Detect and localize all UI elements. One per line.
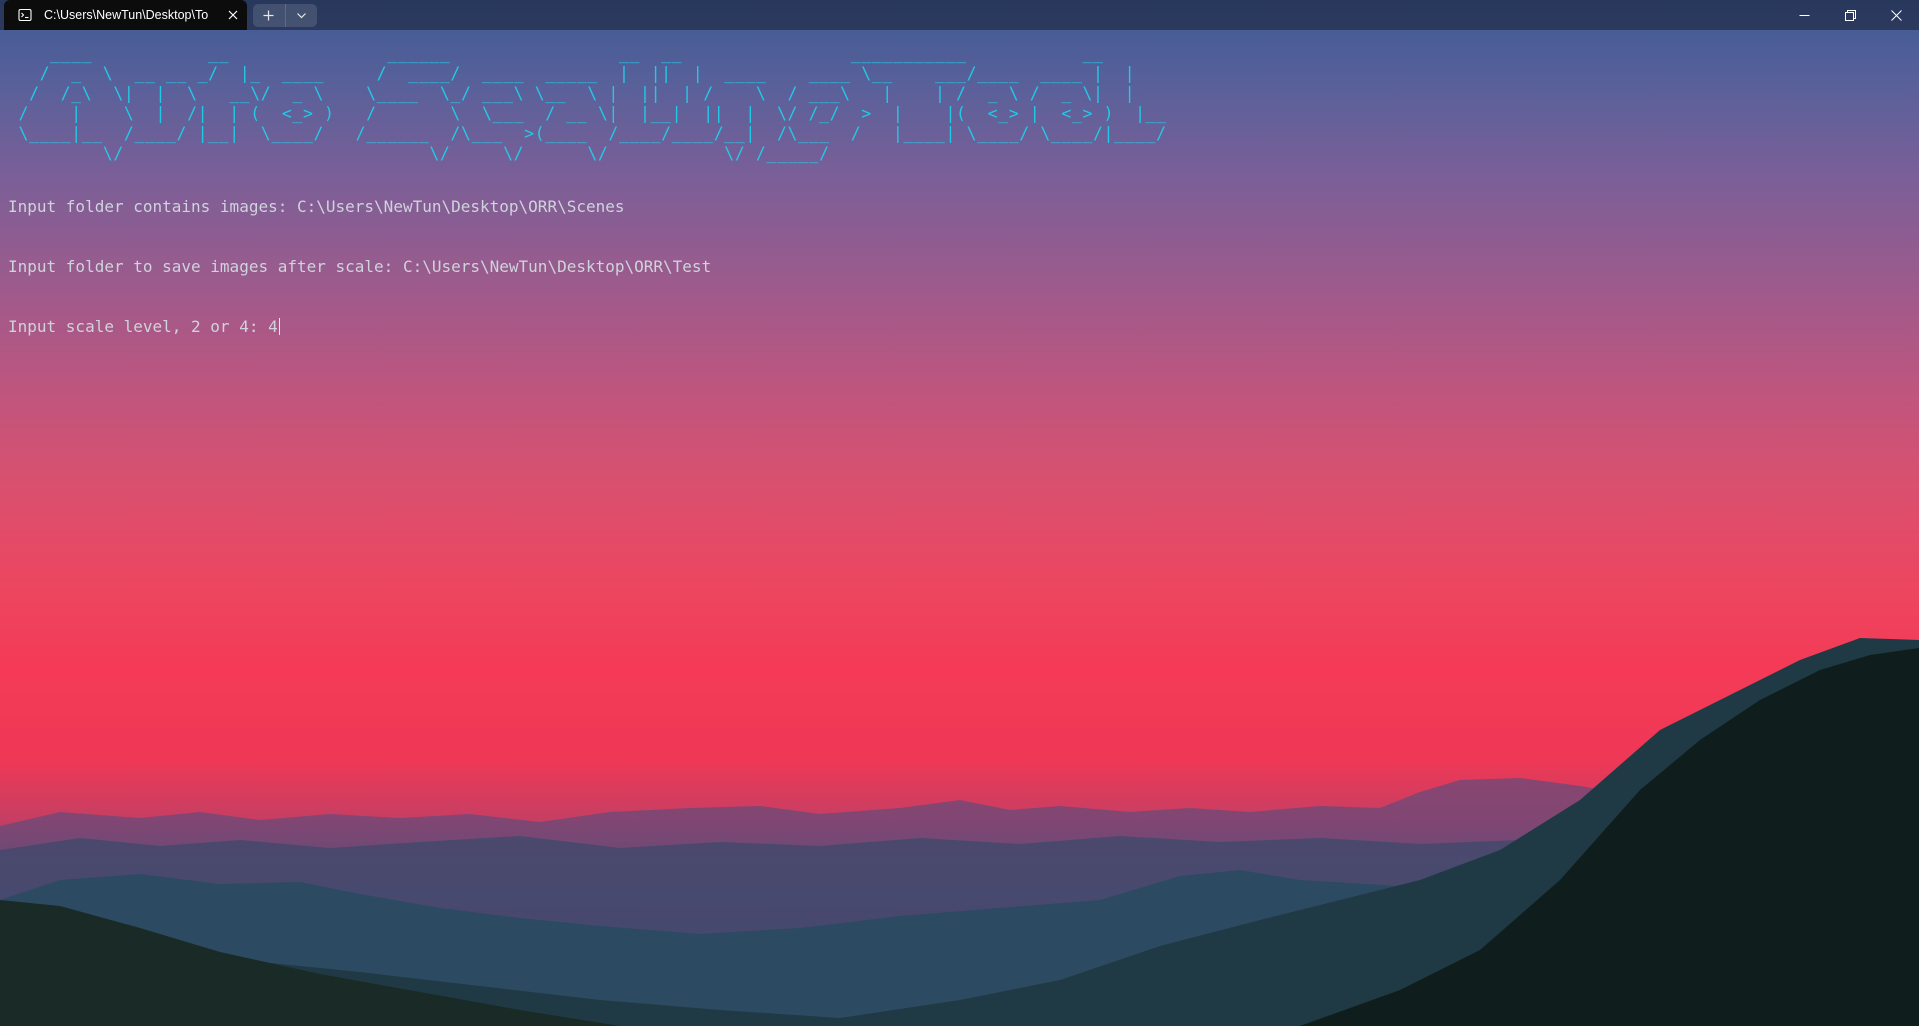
title-bar: C:\Users\NewTun\Desktop\To — [0, 0, 1919, 30]
ascii-banner: ____ __ ______ __ __ ___________ __ / _ … — [18, 44, 1167, 163]
scale-level-line[interactable]: Input scale level, 2 or 4: 4 — [8, 317, 711, 337]
text-cursor — [278, 318, 280, 335]
close-window-button[interactable] — [1873, 0, 1919, 30]
scale-level-text: Input scale level, 2 or 4: 4 — [8, 317, 278, 336]
tab-terminal[interactable]: C:\Users\NewTun\Desktop\To — [4, 0, 247, 30]
tab-dropdown-button[interactable] — [286, 4, 318, 27]
tab-close-button[interactable] — [222, 4, 244, 26]
output-folder-line: Input folder to save images after scale:… — [8, 257, 712, 276]
input-folder-line: Input folder contains images: C:\Users\N… — [8, 197, 625, 216]
minimize-button[interactable] — [1781, 0, 1827, 30]
new-tab-button[interactable] — [253, 4, 286, 27]
terminal-icon — [18, 8, 32, 22]
restore-button[interactable] — [1827, 0, 1873, 30]
restore-icon — [1844, 9, 1856, 21]
chevron-down-icon — [296, 13, 306, 19]
terminal-lines: Input folder contains images: C:\Users\N… — [8, 157, 711, 377]
close-icon — [228, 10, 238, 20]
close-icon — [1890, 9, 1902, 21]
plus-icon — [263, 10, 274, 21]
tab-title: C:\Users\NewTun\Desktop\To — [44, 8, 209, 22]
terminal-output[interactable]: ____ __ ______ __ __ ___________ __ / _ … — [0, 30, 1919, 1026]
new-tab-group — [253, 4, 317, 27]
window-controls — [1781, 0, 1919, 30]
minimize-icon — [1799, 14, 1809, 16]
